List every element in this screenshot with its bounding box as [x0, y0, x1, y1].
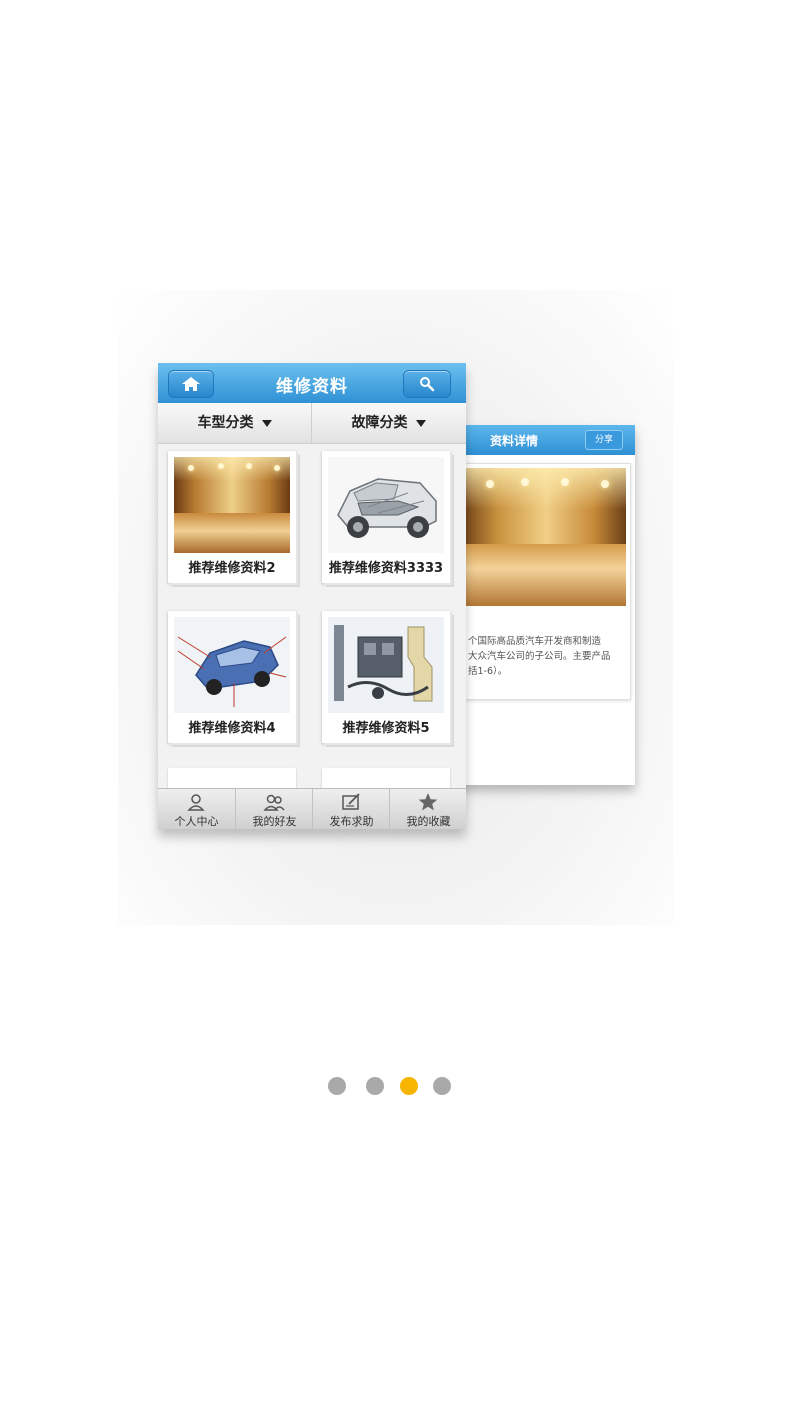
search-icon	[420, 377, 435, 392]
detail-title: 资料详情	[490, 434, 539, 448]
post-help-icon	[342, 793, 360, 810]
list-header: 维修资料	[158, 363, 466, 403]
tab-label: 个人中心	[174, 815, 219, 828]
tab-my-friends: 我的好友	[235, 789, 313, 829]
car-cutaway-thumbnail	[328, 457, 444, 553]
dropdown-arrow-icon	[261, 419, 272, 427]
resource-card: 推荐维修资料2	[168, 451, 296, 583]
bottom-tab-bar: 个人中心 我的好友 发布求助 我的收藏	[158, 788, 466, 829]
resource-card: 推荐维修资料5	[322, 611, 450, 743]
filter-car-type: 车型分类	[158, 403, 311, 443]
car-diagram-thumbnail	[174, 617, 290, 713]
engine-diagram-thumbnail	[328, 617, 444, 713]
tab-my-favorites: 我的收藏	[389, 789, 466, 829]
detail-card: 个国际高品质汽车开发商和制造 大众汽车公司的子公司。主要产品 括1-6）。	[461, 463, 631, 700]
filter-label: 车型分类	[197, 415, 254, 431]
filter-fault-type: 故障分类	[312, 403, 465, 443]
showroom-thumbnail	[174, 457, 290, 553]
star-icon	[418, 793, 438, 811]
card-title: 推荐维修资料2	[188, 561, 276, 576]
pager-dot[interactable]	[433, 1077, 451, 1095]
filter-label: 故障分类	[351, 415, 408, 431]
pager-dot[interactable]	[366, 1077, 384, 1095]
tab-label: 发布求助	[329, 815, 374, 828]
detail-text: 个国际高品质汽车开发商和制造 大众汽车公司的子公司。主要产品 括1-6）。	[468, 634, 628, 679]
detail-header: 资料详情 分享	[455, 425, 635, 455]
friends-icon	[263, 794, 285, 811]
filter-bar: 车型分类 故障分类	[158, 403, 466, 444]
card-title: 推荐维修资料3333	[328, 561, 444, 576]
showroom-photo	[466, 468, 626, 606]
pager-dot-active[interactable]	[400, 1077, 418, 1095]
tab-label: 我的收藏	[406, 815, 451, 828]
pager-dot[interactable]	[328, 1077, 346, 1095]
resource-card: 推荐维修资料3333	[322, 451, 450, 583]
dropdown-arrow-icon	[415, 419, 426, 427]
tab-personal-center: 个人中心	[158, 789, 235, 829]
tab-label: 我的好友	[252, 815, 297, 828]
search-button	[403, 370, 451, 398]
detail-text-line: 括1-6）。	[468, 666, 508, 677]
list-screen-preview: 维修资料 车型分类 故障分类 推荐维修资料2 推荐维修资料3333 推荐维修资料…	[158, 363, 466, 829]
resource-card: 推荐维修资料4	[168, 611, 296, 743]
detail-text-line: 大众汽车公司的子公司。主要产品	[468, 651, 611, 662]
share-button: 分享	[585, 430, 623, 450]
person-icon	[187, 794, 205, 811]
detail-screen-preview: 资料详情 分享 个国际高品质汽车开发商和制造 大众汽车公司的子公司。主要产品 括…	[455, 425, 635, 785]
card-title: 推荐维修资料4	[188, 721, 276, 736]
card-title: 推荐维修资料5	[342, 721, 430, 736]
detail-text-line: 个国际高品质汽车开发商和制造	[468, 636, 602, 647]
tab-post-help: 发布求助	[312, 789, 390, 829]
